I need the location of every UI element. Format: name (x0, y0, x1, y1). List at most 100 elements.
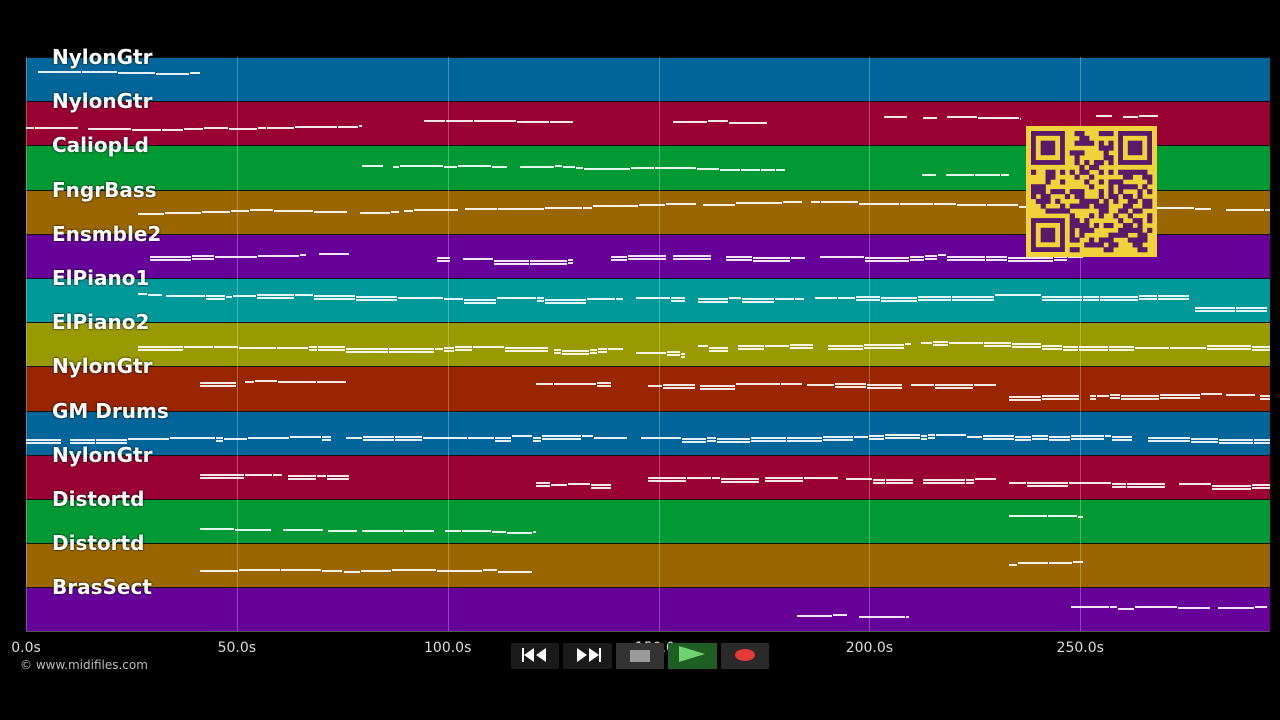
note (1008, 515, 1047, 518)
track-lane[interactable] (26, 454, 1270, 499)
gridline (26, 57, 27, 631)
track-lane[interactable] (26, 366, 1270, 411)
note (562, 349, 590, 352)
note (1031, 437, 1049, 440)
note (467, 436, 495, 439)
track-label: Distortd (52, 487, 145, 511)
note (933, 202, 957, 205)
transport-controls (511, 643, 770, 669)
note (506, 532, 533, 535)
gridline (236, 57, 238, 631)
track-label: ElPiano2 (52, 310, 150, 335)
note (318, 349, 345, 352)
note (672, 120, 708, 123)
note (1226, 393, 1256, 396)
track-lane[interactable] (26, 57, 1270, 102)
note (635, 351, 667, 354)
note (866, 384, 902, 387)
note (985, 259, 1008, 262)
gridline (447, 57, 449, 631)
track-lane[interactable] (26, 587, 1270, 632)
note (1041, 344, 1062, 347)
note (591, 487, 611, 490)
rewind-button[interactable] (511, 643, 560, 669)
note (1008, 257, 1053, 259)
note (1027, 485, 1069, 488)
note (458, 165, 492, 168)
note (234, 528, 271, 531)
note (238, 346, 276, 349)
note (641, 437, 681, 440)
track-label: NylonGtr (52, 45, 153, 69)
note (273, 210, 313, 213)
note (846, 477, 873, 480)
note (225, 296, 233, 299)
track-lane[interactable] (26, 410, 1270, 455)
note (1135, 346, 1170, 349)
note (1190, 437, 1219, 440)
note (638, 204, 665, 207)
note (994, 294, 1041, 297)
note (982, 438, 1015, 441)
note (394, 438, 422, 441)
note (1112, 436, 1133, 439)
note (1212, 484, 1251, 487)
note (1070, 606, 1109, 609)
note (1251, 346, 1270, 349)
note (922, 116, 938, 119)
note (880, 299, 917, 302)
gridline (658, 57, 660, 631)
note (328, 529, 357, 532)
note (1121, 397, 1160, 400)
note (670, 297, 686, 300)
record-button[interactable] (720, 643, 770, 669)
note (473, 120, 517, 123)
note (1253, 439, 1270, 442)
note (866, 387, 902, 390)
note (910, 258, 924, 261)
note (553, 351, 562, 354)
qr-code[interactable] (1026, 126, 1157, 257)
gridline (869, 57, 871, 631)
note (952, 295, 994, 298)
note (463, 301, 497, 304)
note (294, 125, 337, 128)
stop-button[interactable] (615, 643, 665, 669)
note (967, 435, 982, 438)
note (392, 166, 399, 169)
note (884, 116, 907, 119)
track-lane[interactable] (26, 543, 1270, 588)
note (627, 255, 667, 258)
note (118, 72, 155, 75)
note (455, 348, 473, 351)
note (398, 296, 443, 299)
note (345, 350, 388, 353)
fast-forward-button[interactable] (563, 643, 612, 669)
note (1207, 345, 1251, 348)
note (445, 120, 473, 123)
note (750, 439, 787, 442)
track-label: ElPiano1 (52, 266, 150, 290)
track-lane[interactable] (26, 278, 1270, 323)
note (545, 298, 586, 301)
play-button[interactable] (668, 643, 717, 669)
note (946, 256, 985, 259)
track-lane[interactable] (26, 322, 1270, 367)
note (924, 258, 937, 261)
note (1001, 174, 1009, 177)
note (567, 483, 591, 486)
note (346, 436, 363, 439)
note (228, 127, 257, 130)
note (391, 211, 399, 214)
note (358, 125, 362, 127)
note (1008, 260, 1053, 262)
note (356, 295, 398, 298)
note (1255, 606, 1267, 609)
track-lane[interactable] (26, 499, 1270, 544)
note (681, 440, 706, 443)
note (708, 349, 729, 352)
note (904, 342, 911, 345)
note (937, 253, 946, 256)
note (437, 570, 482, 573)
note (184, 127, 204, 130)
